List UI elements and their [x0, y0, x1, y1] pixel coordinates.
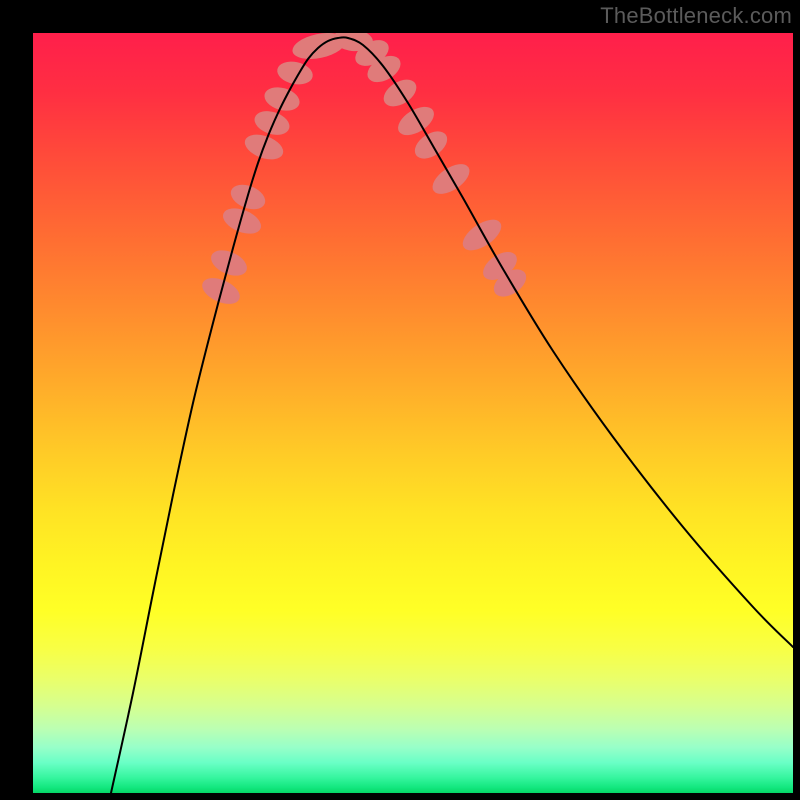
bottleneck-curve: [111, 37, 793, 793]
curve-marker: [275, 58, 315, 87]
chart-container: TheBottleneck.com: [0, 0, 800, 800]
plot-area: [33, 33, 793, 793]
marker-group: [198, 33, 531, 309]
curve-layer: [33, 33, 793, 793]
curve-marker: [458, 214, 507, 257]
curve-marker: [262, 83, 303, 114]
curve-marker: [251, 107, 292, 139]
watermark-text: TheBottleneck.com: [600, 3, 792, 29]
